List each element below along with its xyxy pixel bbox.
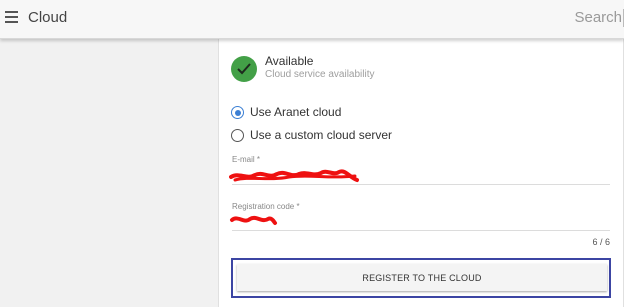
registration-code-field[interactable] — [229, 211, 279, 227]
hamburger-menu-icon[interactable] — [5, 11, 18, 23]
check-icon — [237, 63, 251, 75]
redaction-scribble — [230, 215, 277, 225]
registration-code-underline — [232, 230, 610, 231]
registration-code-label: Registration code * — [232, 202, 300, 211]
radio-label: Use Aranet cloud — [250, 105, 342, 119]
search-input[interactable]: Search — [574, 9, 624, 27]
status-title: Available — [265, 54, 314, 68]
status-indicator — [231, 56, 257, 82]
radio-button-unchecked[interactable] — [231, 129, 244, 142]
top-app-bar: Cloud Search — [0, 0, 624, 39]
status-subtitle: Cloud service availability — [265, 69, 375, 80]
radio-label: Use a custom cloud server — [250, 128, 393, 142]
character-counter: 6 / 6 — [592, 237, 610, 247]
page-title: Cloud — [28, 9, 68, 26]
cloud-settings-card: Available Cloud service availability Use… — [218, 39, 624, 307]
register-cloud-button[interactable]: REGISTER TO THE CLOUD — [237, 264, 607, 291]
email-label: E-mail * — [232, 155, 261, 164]
radio-button-checked[interactable] — [231, 106, 244, 119]
email-underline — [232, 184, 610, 185]
email-field[interactable] — [229, 165, 364, 185]
